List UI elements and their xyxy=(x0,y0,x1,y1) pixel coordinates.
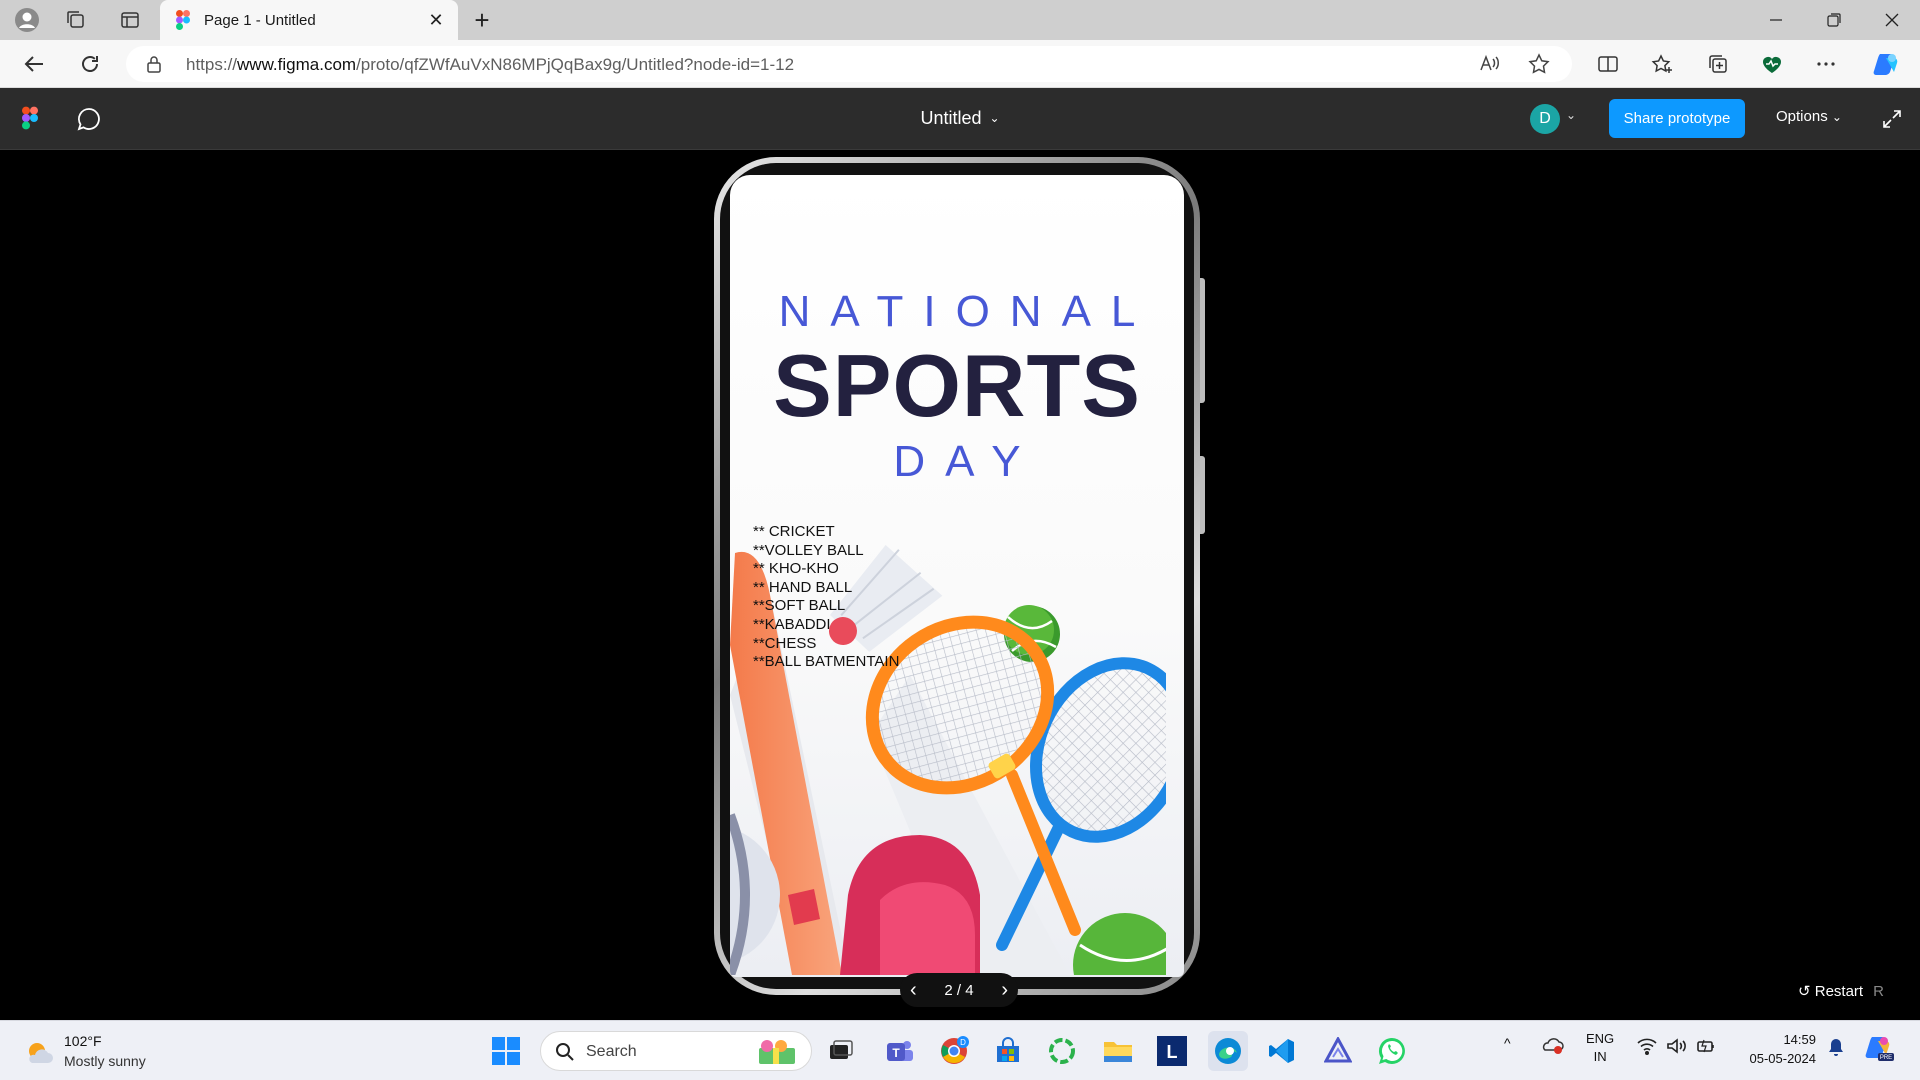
refresh-icon[interactable] xyxy=(72,47,108,81)
favorite-star-icon[interactable] xyxy=(1528,53,1550,80)
poster-title-day: DAY xyxy=(893,437,1041,486)
page-counter: 2 / 4 xyxy=(944,981,974,999)
list-item: **BALL BATMENTAIN xyxy=(753,653,900,671)
avatar[interactable]: D xyxy=(1530,104,1560,134)
url-domain: www.figma.com xyxy=(237,55,357,74)
tab-page-1[interactable]: Page 1 - Untitled ✕ xyxy=(160,0,458,40)
tab-title: Page 1 - Untitled xyxy=(204,11,316,29)
restart-button[interactable]: ↺ Restart R xyxy=(1798,982,1884,1000)
restart-label: Restart xyxy=(1814,983,1864,1000)
workspaces-icon[interactable] xyxy=(58,4,94,36)
svg-text:L: L xyxy=(1167,1042,1178,1062)
url-text[interactable]: https://www.figma.com/proto/qfZWfAuVxN86… xyxy=(186,55,794,75)
windows-taskbar: 102°F Mostly sunny Search T D L ^ ENG IN… xyxy=(0,1020,1920,1080)
svg-text:T: T xyxy=(892,1046,900,1060)
back-arrow-icon[interactable] xyxy=(16,47,52,81)
favorites-icon[interactable] xyxy=(1644,47,1680,81)
file-title: Untitled xyxy=(920,108,982,128)
copilot-icon[interactable] xyxy=(1868,47,1904,81)
list-item: **VOLLEY BALL xyxy=(753,541,864,559)
url-path: /proto/qfZWfAuVxN86MPjQqBax9g/Untitled?n… xyxy=(356,55,795,74)
read-aloud-icon[interactable] xyxy=(1478,53,1500,80)
vscode-icon[interactable] xyxy=(1262,1031,1302,1071)
onedrive-icon[interactable] xyxy=(1540,1035,1564,1058)
chevron-down-icon: ⌄ xyxy=(989,111,1000,125)
l-app-icon[interactable]: L xyxy=(1152,1031,1192,1071)
fullscreen-icon[interactable] xyxy=(1877,104,1907,134)
list-item: **KABADDI xyxy=(753,615,831,633)
teams-icon[interactable]: T xyxy=(880,1031,920,1071)
minimize-icon[interactable] xyxy=(1748,0,1804,40)
chrome-icon[interactable]: D xyxy=(934,1031,974,1071)
address-bar[interactable]: https://www.figma.com/proto/qfZWfAuVxN86… xyxy=(126,46,1572,82)
volume-icon[interactable] xyxy=(1666,1037,1688,1058)
restore-icon[interactable] xyxy=(1806,0,1862,40)
sun-cloud-icon xyxy=(29,1043,53,1063)
green-app-icon[interactable] xyxy=(1042,1031,1082,1071)
task-view-icon[interactable] xyxy=(820,1031,860,1071)
wifi-icon[interactable] xyxy=(1636,1037,1658,1058)
next-frame-icon[interactable]: › xyxy=(1001,980,1008,1000)
list-item: ** KHO-KHO xyxy=(753,560,839,578)
poster-screen[interactable]: NATIONAL SPORTS DAY ** CRICKET **VOLLEY … xyxy=(730,175,1184,977)
lock-icon[interactable] xyxy=(146,55,162,78)
temperature: 102°F xyxy=(64,1033,102,1049)
close-window-icon[interactable] xyxy=(1864,0,1920,40)
collections-icon[interactable] xyxy=(1700,47,1736,81)
new-tab-icon[interactable]: + xyxy=(466,4,498,36)
notification-bell-icon[interactable] xyxy=(1826,1037,1846,1060)
poster-title-sports: SPORTS xyxy=(773,336,1141,435)
edge-icon[interactable] xyxy=(1208,1031,1248,1071)
list-item: **SOFT BALL xyxy=(753,597,846,615)
microsoft-store-icon[interactable] xyxy=(988,1031,1028,1071)
taskbar-search-box[interactable]: Search xyxy=(540,1031,812,1071)
figma-prototype-toolbar: Untitled ⌄ D ⌄ Share prototype Options ⌄ xyxy=(0,88,1920,150)
list-item: ** CRICKET xyxy=(753,523,835,540)
copilot-taskbar-icon[interactable]: PRE xyxy=(1864,1033,1896,1066)
restart-shortcut: R xyxy=(1873,983,1884,1000)
url-prefix: https:// xyxy=(186,55,238,74)
phone-frame: NATIONAL SPORTS DAY ** CRICKET **VOLLEY … xyxy=(714,157,1200,995)
chevron-up-icon[interactable]: ^ xyxy=(1504,1035,1511,1051)
language-indicator[interactable]: ENG IN xyxy=(1586,1030,1614,1066)
svg-text:PRE: PRE xyxy=(1880,1055,1892,1061)
tab-actions-icon[interactable] xyxy=(112,4,148,36)
region-code: IN xyxy=(1593,1049,1607,1064)
search-placeholder: Search xyxy=(586,1043,637,1060)
options-dropdown[interactable]: Options ⌄ xyxy=(1776,108,1842,125)
list-item: **CHESS xyxy=(753,634,817,652)
options-label: Options xyxy=(1776,108,1828,125)
svg-text:D: D xyxy=(960,1038,966,1047)
chevron-down-icon[interactable]: ⌄ xyxy=(1566,108,1576,122)
whatsapp-icon[interactable] xyxy=(1372,1031,1412,1071)
split-screen-icon[interactable] xyxy=(1590,47,1626,81)
browser-tab-strip: Page 1 - Untitled ✕ + xyxy=(0,0,1920,40)
profile-icon[interactable] xyxy=(9,4,45,36)
purple-app-icon[interactable] xyxy=(1318,1031,1358,1071)
clock-date: 05-05-2024 xyxy=(1749,1051,1817,1066)
sports-list: ** CRICKET **VOLLEY BALL ** KHO-KHO ** H… xyxy=(753,523,899,672)
more-options-icon[interactable] xyxy=(1808,47,1844,81)
close-tab-icon[interactable]: ✕ xyxy=(424,8,448,32)
frame-pager: ‹ 2 / 4 › xyxy=(900,973,1018,1007)
previous-frame-icon[interactable]: ‹ xyxy=(910,980,917,1000)
restart-icon: ↺ xyxy=(1798,983,1811,1000)
browser-essentials-icon[interactable] xyxy=(1754,47,1790,81)
search-highlight-icon xyxy=(759,1040,795,1064)
windows-start-icon[interactable] xyxy=(486,1031,526,1071)
browser-navigation-bar: https://www.figma.com/proto/qfZWfAuVxN86… xyxy=(0,40,1920,88)
file-explorer-icon[interactable] xyxy=(1098,1031,1138,1071)
figma-favicon-icon xyxy=(176,10,190,30)
chevron-down-icon: ⌄ xyxy=(1831,110,1842,124)
poster-title-national: NATIONAL xyxy=(778,287,1156,336)
search-icon xyxy=(556,1043,574,1061)
phone-bezel: NATIONAL SPORTS DAY ** CRICKET **VOLLEY … xyxy=(720,163,1194,989)
weather-description: Mostly sunny xyxy=(64,1053,146,1069)
clock[interactable]: 14:59 05-05-2024 xyxy=(1736,1030,1817,1068)
list-item: ** HAND BALL xyxy=(753,578,853,596)
language-code: ENG xyxy=(1586,1031,1615,1046)
clock-time: 14:59 xyxy=(1783,1032,1816,1047)
share-prototype-button[interactable]: Share prototype xyxy=(1609,99,1745,138)
battery-icon[interactable] xyxy=(1696,1037,1718,1058)
